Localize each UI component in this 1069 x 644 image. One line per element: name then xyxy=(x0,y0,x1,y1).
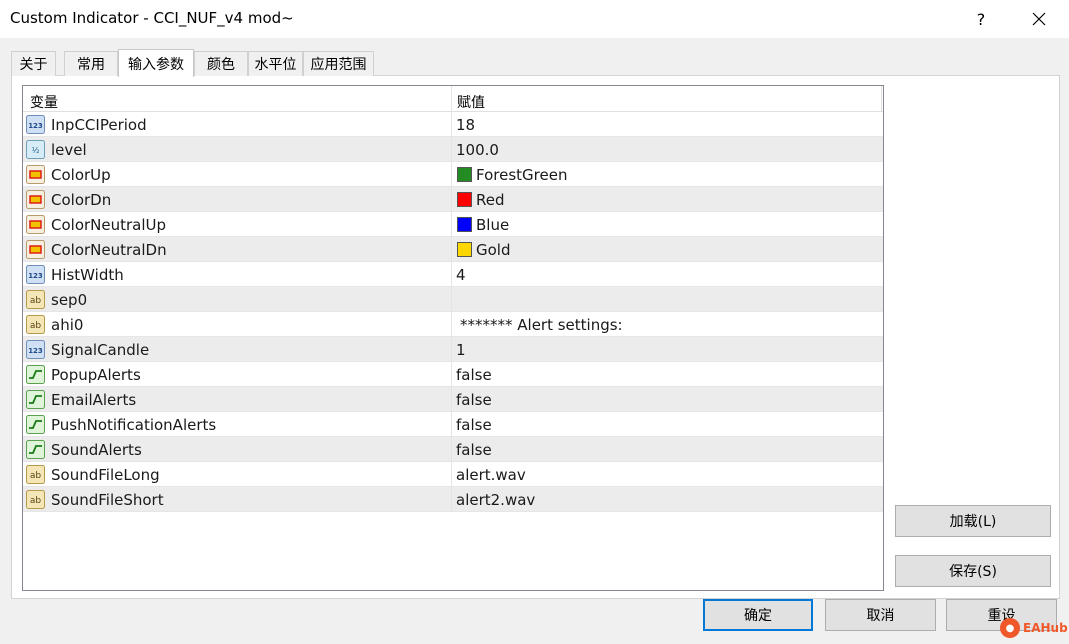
ok-button[interactable]: 确定 xyxy=(703,599,813,631)
variable-value[interactable]: false xyxy=(456,441,492,459)
close-icon xyxy=(1032,12,1046,26)
variable-value[interactable]: alert.wav xyxy=(456,466,526,484)
table-row[interactable]: ColorNeutralDn Gold xyxy=(23,237,883,262)
svg-text:ab: ab xyxy=(30,471,42,481)
bool-icon xyxy=(26,440,45,459)
svg-text:½: ½ xyxy=(32,146,40,155)
close-button[interactable] xyxy=(1010,0,1068,38)
color-icon xyxy=(26,215,45,234)
variable-name: ahi0 xyxy=(51,316,84,334)
variable-name: EmailAlerts xyxy=(51,391,137,409)
table-row[interactable]: 123 InpCCIPeriod 18 xyxy=(23,112,883,137)
bool-icon xyxy=(26,415,45,434)
string-icon: ab xyxy=(26,465,45,484)
tab-about[interactable]: 关于 xyxy=(11,51,56,76)
variable-name: InpCCIPeriod xyxy=(51,116,147,134)
window-title: Custom Indicator - CCI_NUF_v4 mod~ xyxy=(10,9,294,27)
tab-common[interactable]: 常用 xyxy=(64,51,118,76)
svg-text:ab: ab xyxy=(30,496,42,506)
variable-value[interactable]: 18 xyxy=(456,116,475,134)
save-button[interactable]: 保存(S) xyxy=(895,555,1051,587)
table-row[interactable]: SoundAlerts false xyxy=(23,437,883,462)
variable-name: SoundFileShort xyxy=(51,491,164,509)
color-icon xyxy=(26,240,45,259)
color-swatch xyxy=(457,167,472,182)
eahub-watermark: ● EAHub xyxy=(1000,618,1068,638)
svg-text:ab: ab xyxy=(30,321,42,331)
table-row[interactable]: ColorNeutralUp Blue xyxy=(23,212,883,237)
integer-icon: 123 xyxy=(26,115,45,134)
variable-value[interactable]: 1 xyxy=(456,341,466,359)
tab-levels[interactable]: 水平位 xyxy=(248,51,303,76)
variable-value[interactable]: false xyxy=(456,366,492,384)
string-icon: ab xyxy=(26,315,45,334)
variable-name: SoundAlerts xyxy=(51,441,142,459)
load-button[interactable]: 加载(L) xyxy=(895,505,1051,537)
table-row[interactable]: ab ahi0 ******* Alert settings: xyxy=(23,312,883,337)
table-row[interactable]: ½ level 100.0 xyxy=(23,137,883,162)
bool-icon xyxy=(26,390,45,409)
variable-name: SignalCandle xyxy=(51,341,150,359)
color-icon xyxy=(26,165,45,184)
variable-value[interactable]: ******* Alert settings: xyxy=(460,316,623,334)
variable-name: HistWidth xyxy=(51,266,124,284)
table-row[interactable]: 123 SignalCandle 1 xyxy=(23,337,883,362)
tab-inputs[interactable]: 输入参数 xyxy=(118,49,194,77)
string-icon: ab xyxy=(26,290,45,309)
title-bar: Custom Indicator - CCI_NUF_v4 mod~ ? xyxy=(0,0,1069,38)
column-header-value[interactable]: 赋值 xyxy=(457,92,485,112)
variable-value[interactable]: false xyxy=(456,391,492,409)
table-row[interactable]: 123 HistWidth 4 xyxy=(23,262,883,287)
variable-value[interactable]: Blue xyxy=(476,216,509,234)
help-button[interactable]: ? xyxy=(952,0,1010,38)
color-swatch xyxy=(457,192,472,207)
table-row[interactable]: PopupAlerts false xyxy=(23,362,883,387)
table-row[interactable]: ab SoundFileShort alert2.wav xyxy=(23,487,883,512)
grid-header: 变量 赋值 xyxy=(23,86,883,112)
variable-name: ColorNeutralUp xyxy=(51,216,167,234)
watermark-text: EAHub xyxy=(1023,621,1068,635)
variable-name: ColorDn xyxy=(51,191,112,209)
svg-text:ab: ab xyxy=(30,296,42,306)
variable-value[interactable]: ForestGreen xyxy=(476,166,567,184)
variable-value[interactable]: Gold xyxy=(476,241,511,259)
color-icon xyxy=(26,190,45,209)
integer-icon: 123 xyxy=(26,265,45,284)
tab-visualization[interactable]: 应用范围 xyxy=(303,51,374,76)
table-row[interactable]: ab SoundFileLong alert.wav xyxy=(23,462,883,487)
eahub-logo-icon: ● xyxy=(1000,618,1020,638)
table-row[interactable]: ab sep0 xyxy=(23,287,883,312)
string-icon: ab xyxy=(26,490,45,509)
column-header-variable[interactable]: 变量 xyxy=(30,92,58,112)
color-swatch xyxy=(457,217,472,232)
variable-value[interactable]: alert2.wav xyxy=(456,491,535,509)
variable-name: PopupAlerts xyxy=(51,366,141,384)
double-icon: ½ xyxy=(26,140,45,159)
table-row[interactable]: PushNotificationAlerts false xyxy=(23,412,883,437)
inputs-grid: 变量 赋值 123 InpCCIPeriod 18 ½ level 100.0 ColorU… xyxy=(22,85,884,591)
variable-name: ColorNeutralDn xyxy=(51,241,167,259)
svg-text:123: 123 xyxy=(28,347,43,355)
color-swatch xyxy=(457,242,472,257)
table-row[interactable]: EmailAlerts false xyxy=(23,387,883,412)
variable-value[interactable]: 100.0 xyxy=(456,141,499,159)
variable-name: SoundFileLong xyxy=(51,466,160,484)
variable-name: ColorUp xyxy=(51,166,111,184)
tab-colors[interactable]: 颜色 xyxy=(194,51,248,76)
svg-text:123: 123 xyxy=(28,272,43,280)
variable-name: sep0 xyxy=(51,291,88,309)
bool-icon xyxy=(26,365,45,384)
variable-value[interactable]: false xyxy=(456,416,492,434)
variable-name: level xyxy=(51,141,87,159)
integer-icon: 123 xyxy=(26,340,45,359)
table-row[interactable]: ColorDn Red xyxy=(23,187,883,212)
variable-value[interactable]: Red xyxy=(476,191,505,209)
svg-text:123: 123 xyxy=(28,122,43,130)
cancel-button[interactable]: 取消 xyxy=(825,599,936,631)
table-row[interactable]: ColorUp ForestGreen xyxy=(23,162,883,187)
variable-value[interactable]: 4 xyxy=(456,266,466,284)
variable-name: PushNotificationAlerts xyxy=(51,416,217,434)
